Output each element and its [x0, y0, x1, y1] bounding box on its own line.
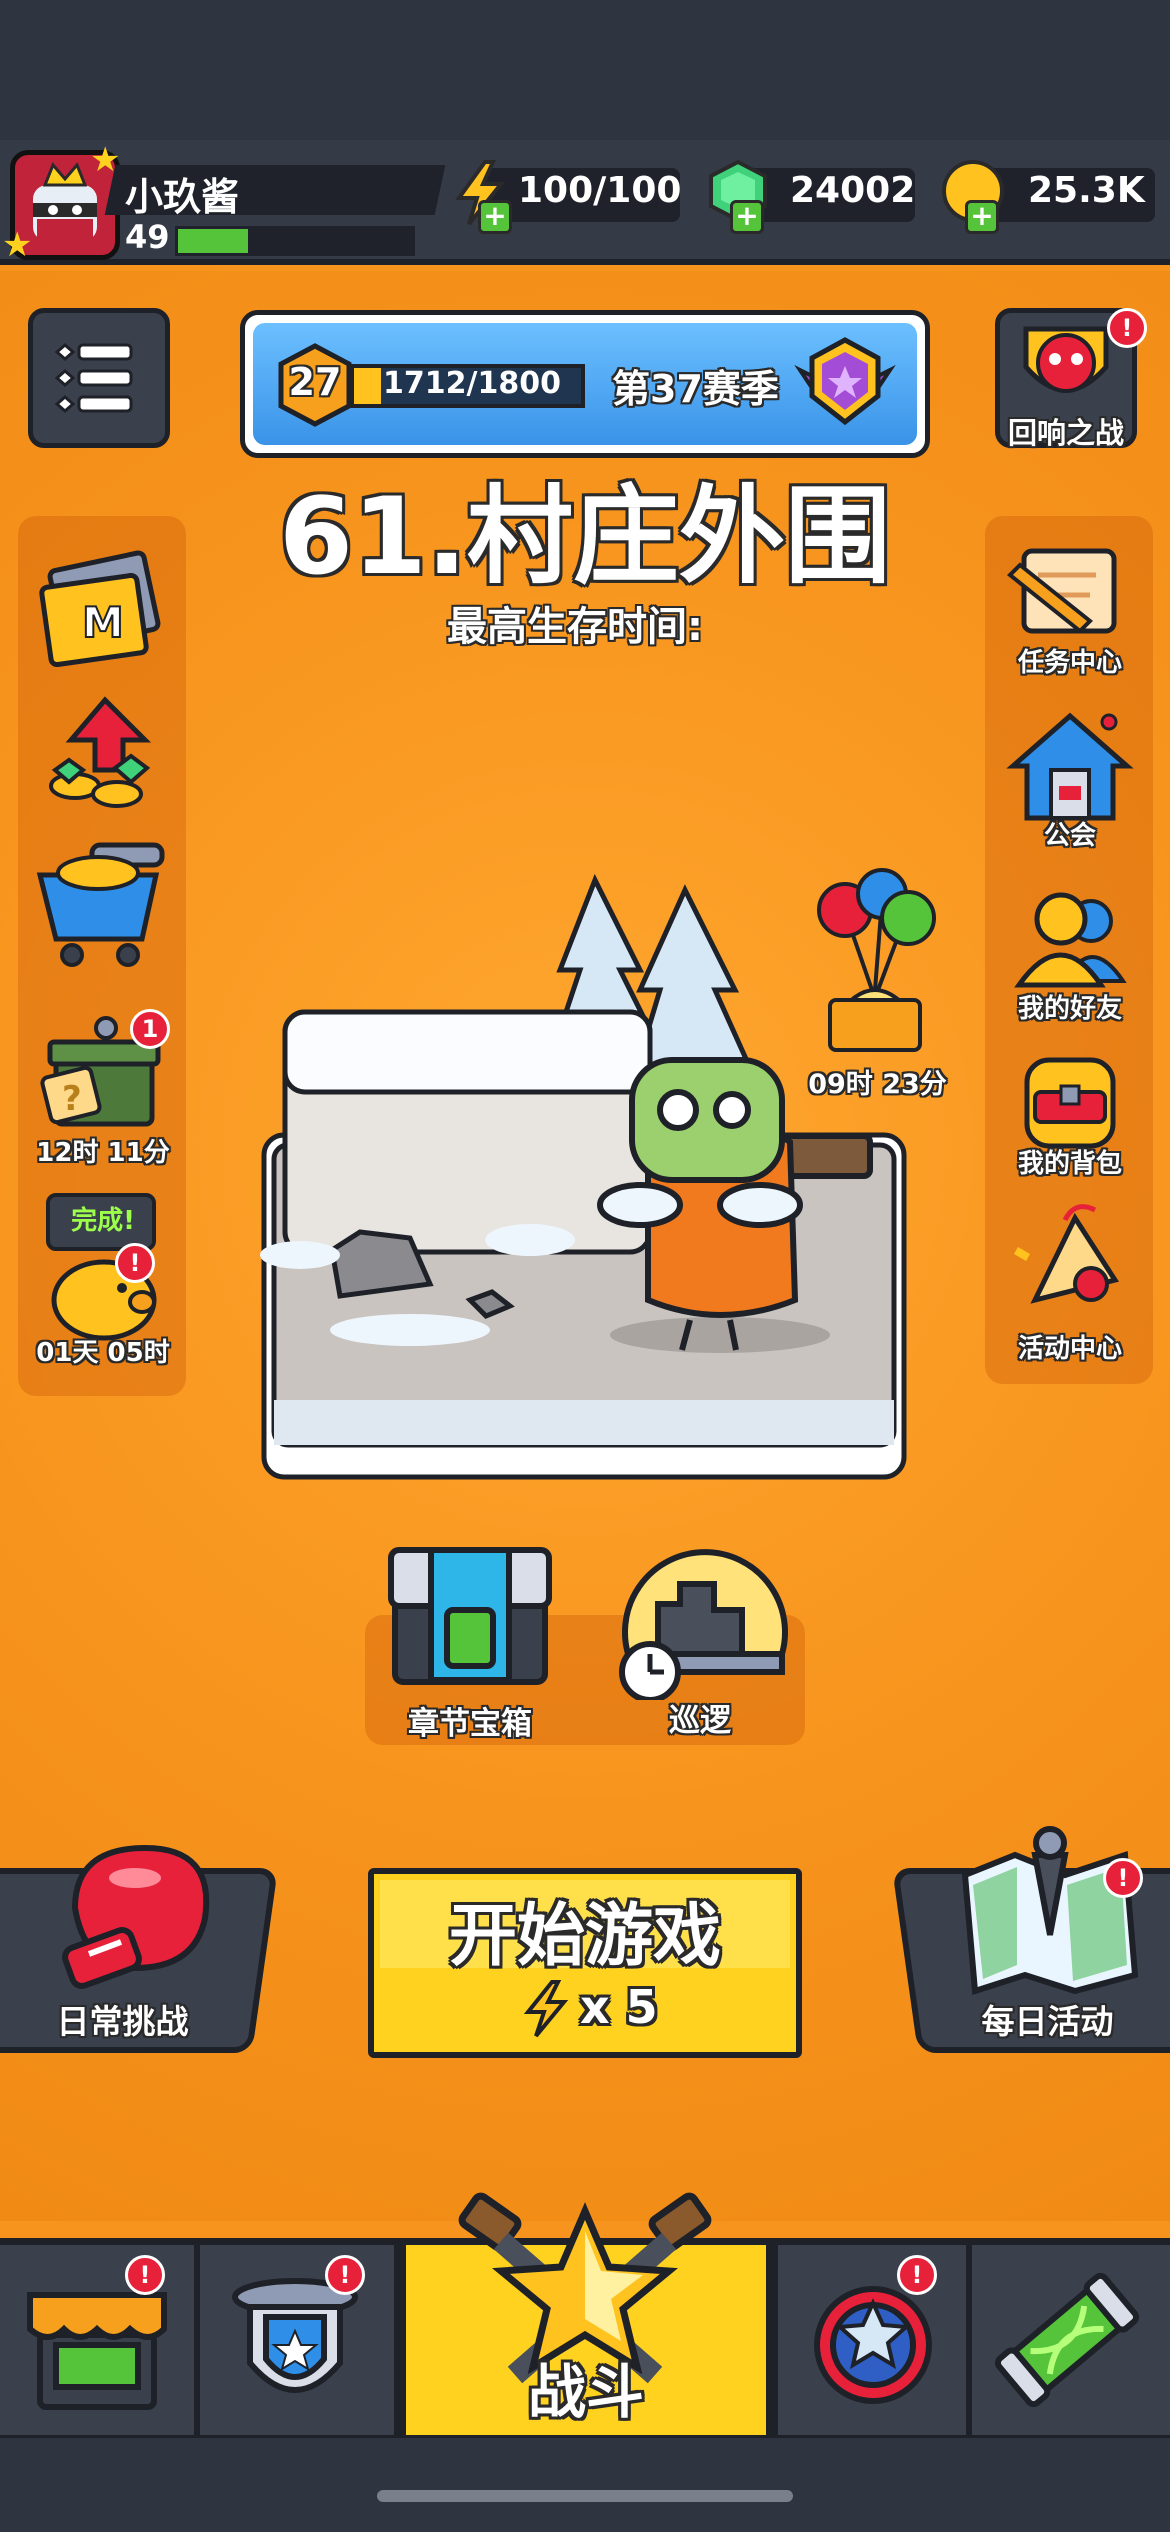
shop-cart-icon — [36, 842, 165, 967]
tab-equipment[interactable] — [200, 2245, 400, 2435]
svg-text:?: ? — [62, 1079, 82, 1119]
player-xp-bar — [175, 226, 415, 256]
energy-plus-icon[interactable]: + — [478, 200, 512, 234]
balloon-gift-button[interactable] — [800, 860, 950, 1070]
coins-plus-icon[interactable]: + — [965, 200, 999, 234]
backpack-label: 我的背包 — [1017, 1149, 1122, 1179]
talents-tab-badge: ! — [897, 2255, 937, 2295]
star-orb-icon — [814, 2286, 932, 2404]
echo-battle-alert-badge: ! — [1107, 308, 1147, 348]
boxing-glove-icon — [45, 1828, 225, 1998]
friends-icon — [1014, 892, 1127, 988]
task-center-label: 任务中心 — [1017, 648, 1122, 678]
event-center-button[interactable] — [1005, 1200, 1135, 1330]
backpack-icon — [1024, 1057, 1116, 1149]
status-bar — [0, 0, 1170, 140]
backpack-button[interactable] — [1005, 1042, 1135, 1152]
guild-button[interactable] — [1005, 708, 1135, 828]
battle-tab-label: 战斗 — [527, 2358, 644, 2426]
daily-activity-label: 每日活动 — [981, 2002, 1114, 2041]
player-name: 小玖酱 — [125, 175, 240, 219]
daily-challenge-label: 日常挑战 — [56, 2002, 189, 2041]
coins-value: 25.3K — [1028, 170, 1145, 211]
gems-plus-icon[interactable]: + — [730, 200, 764, 234]
list-icon — [54, 343, 133, 413]
patrol-button[interactable] — [610, 1540, 790, 1703]
patrol-label: 巡逻 — [669, 1703, 731, 1739]
start-game-label: 开始游戏 — [448, 1897, 721, 1976]
balloon-gift-timer: 09时 23分 — [808, 1069, 947, 1100]
tab-evolution[interactable] — [972, 2245, 1170, 2435]
season-rank: 27 — [288, 360, 342, 404]
home-indicator-bar — [0, 2438, 1170, 2532]
season-progress-text: 1712/1800 — [383, 366, 561, 401]
gems-growth-icon — [49, 696, 152, 808]
event-center-label: 活动中心 — [1017, 1334, 1122, 1364]
avatar-star-small-icon: ★ — [2, 225, 33, 265]
task-center-button[interactable] — [1000, 535, 1140, 655]
chapter-chest-button[interactable] — [385, 1540, 555, 1690]
echo-battle-label: 回响之战 — [1007, 416, 1124, 450]
guild-label: 公会 — [1043, 821, 1096, 851]
season-label: 第37赛季 — [612, 367, 779, 411]
daily-activity-badge: ! — [1103, 1858, 1143, 1898]
start-energy-icon — [520, 1978, 572, 2038]
supply-crate-timer: 12时 11分 — [36, 1138, 170, 1168]
dna-vial-icon — [994, 2272, 1140, 2408]
player-xp-fill — [178, 229, 249, 253]
party-horn-icon — [1013, 1204, 1119, 1304]
friends-label: 我的好友 — [1017, 994, 1122, 1024]
chapter-chest-icon — [388, 1547, 552, 1685]
equipment-tab-badge: ! — [325, 2255, 365, 2295]
balloon-gift-icon — [817, 868, 936, 1052]
gems-value: 24002 — [790, 170, 916, 211]
tab-talents[interactable] — [772, 2245, 972, 2435]
task-scroll-icon — [1007, 548, 1117, 634]
chapter-chest-label: 章节宝箱 — [408, 1706, 532, 1742]
gems-growth-button[interactable] — [35, 690, 165, 820]
svg-text:M: M — [82, 598, 124, 647]
menu-button[interactable] — [28, 308, 170, 448]
patrol-icon — [619, 1549, 788, 1703]
guild-house-icon — [1006, 712, 1134, 821]
treasure-map-icon — [955, 1815, 1145, 1996]
shop-tab-badge: ! — [125, 2255, 165, 2295]
supply-crate-badge: 1 — [130, 1009, 170, 1049]
piggy-bank-badge: ! — [115, 1243, 155, 1283]
season-progress-fill — [354, 368, 382, 404]
player-level: 49 — [125, 218, 170, 256]
shop-cart-button[interactable] — [32, 835, 172, 975]
start-energy-cost: x 5 — [580, 1980, 658, 2034]
home-indicator[interactable] — [377, 2490, 793, 2502]
tab-shop[interactable] — [0, 2245, 200, 2435]
piggy-complete-text: 完成! — [71, 1206, 135, 1236]
season-trophy-icon — [790, 330, 900, 440]
friends-button[interactable] — [1005, 885, 1135, 995]
piggy-bank-timer: 01天 05时 — [36, 1338, 170, 1368]
m-card-icon: M — [39, 550, 161, 668]
energy-value: 100/100 — [518, 170, 682, 211]
m-card-button[interactable]: M — [30, 545, 170, 675]
